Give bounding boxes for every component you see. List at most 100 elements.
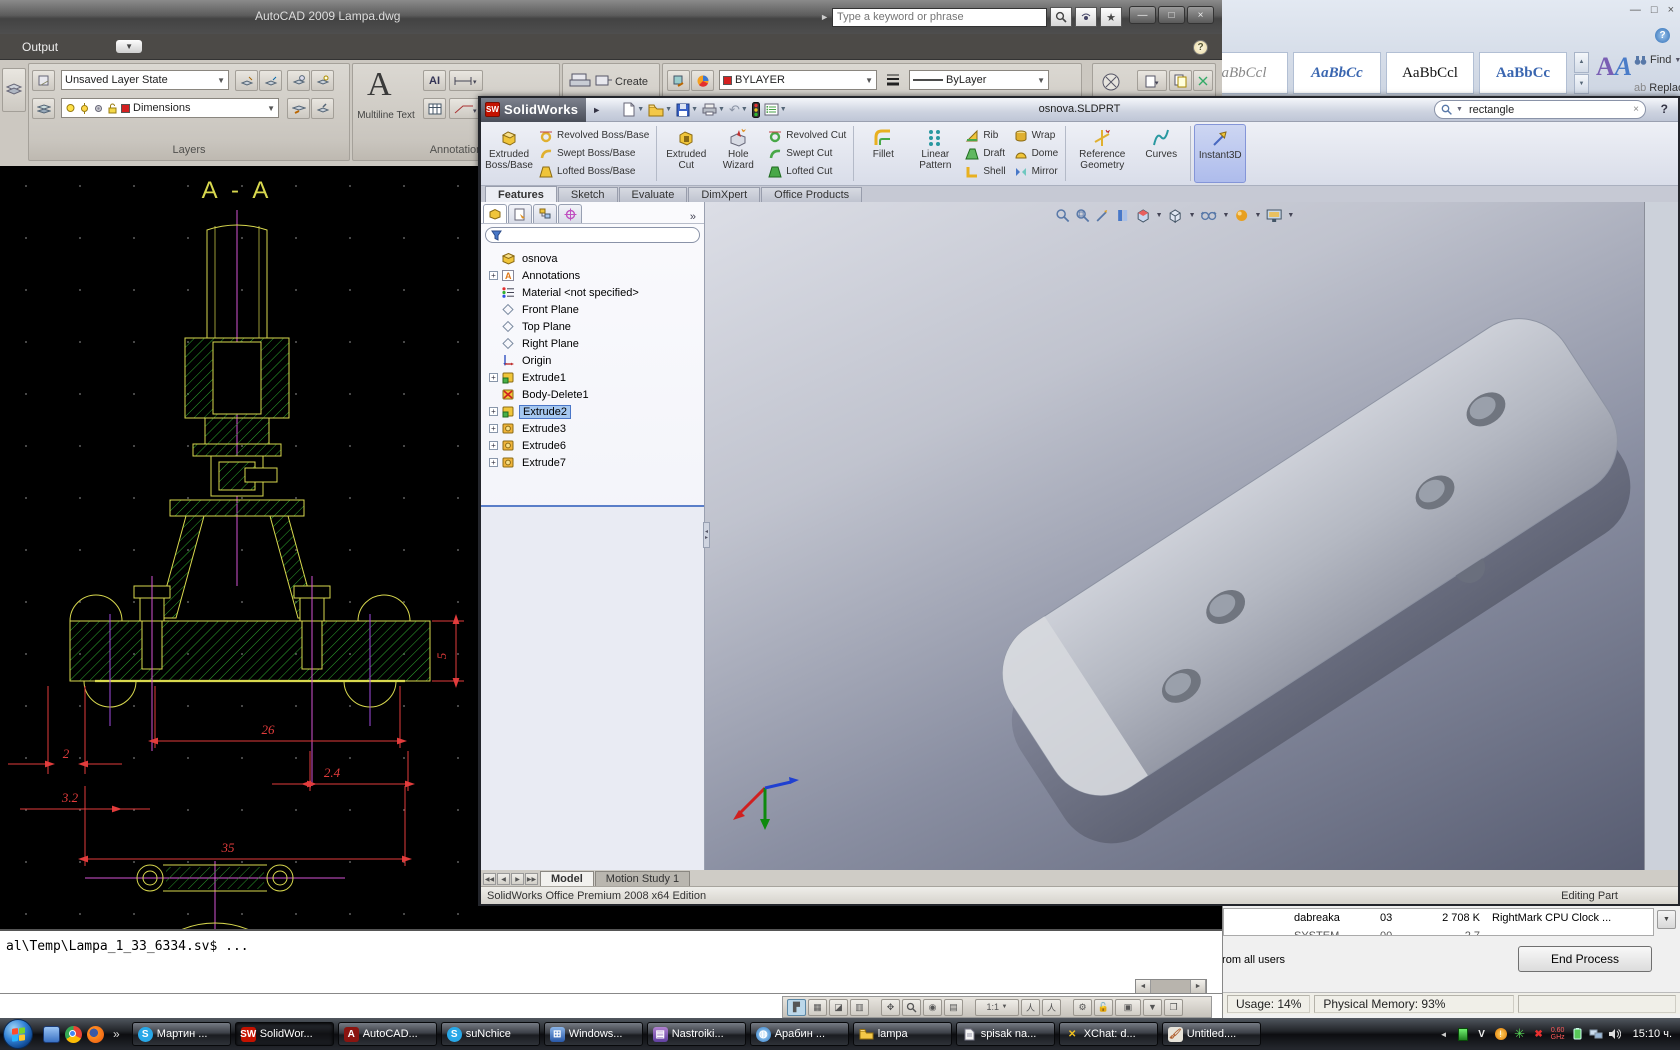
lineweight-icon[interactable] <box>885 72 901 88</box>
layer-stack-icon[interactable] <box>32 98 55 119</box>
layer-freeze-icon[interactable] <box>287 70 310 91</box>
clear-search-icon[interactable]: × <box>1633 104 1639 115</box>
restore-button[interactable]: □ <box>1158 6 1185 24</box>
shell-button[interactable]: Shell <box>965 163 1005 180</box>
autoscale-icon[interactable]: 人 <box>1042 999 1061 1016</box>
tab-sketch[interactable]: Sketch <box>558 187 618 202</box>
search-input[interactable] <box>1467 103 1629 117</box>
revolved-boss-button[interactable]: Revolved Boss/Base <box>539 127 649 144</box>
tree-item-right-plane[interactable]: Right Plane <box>483 335 704 352</box>
quickcalc-icon[interactable] <box>1101 72 1121 92</box>
scroll-left-icon[interactable]: ◄ <box>1136 980 1151 993</box>
autocad-titlebar[interactable]: AutoCAD 2009 Lampa.dwg ► ★ — □ × <box>0 0 1222 34</box>
reference-geometry-button[interactable]: Reference Geometry <box>1069 124 1135 183</box>
taskbar-button-folder-lampa[interactable]: lampa <box>853 1022 952 1046</box>
change-styles-icon[interactable]: AA <box>1596 52 1632 82</box>
tree-item-extrude2[interactable]: + Extrude2 <box>483 403 704 420</box>
tree-filter[interactable] <box>485 227 700 243</box>
chrome-icon[interactable] <box>65 1026 82 1043</box>
steeringwheel-icon[interactable]: ◉ <box>923 999 942 1016</box>
start-button[interactable] <box>3 1019 33 1049</box>
app-status-icon[interactable]: ▣ <box>1115 999 1141 1016</box>
layer-states-icon[interactable] <box>32 70 55 91</box>
pan-icon[interactable]: ✥ <box>881 999 900 1016</box>
extruded-cut-button[interactable]: Extruded Cut <box>660 124 712 183</box>
search-scope-icon[interactable]: ▼ <box>1456 106 1463 113</box>
show-desktop-icon[interactable] <box>43 1026 60 1043</box>
process-row[interactable]: dabreaka 03 2 708 K RightMark CPU Clock … <box>1224 909 1653 927</box>
tree-item-annotations[interactable]: + A Annotations <box>483 267 704 284</box>
hole-wizard-button[interactable]: Hole Wizard <box>712 124 764 183</box>
tree-item-material[interactable]: Material <not specified> <box>483 284 704 301</box>
taskbar-button-skype2[interactable]: S suNchice <box>441 1022 540 1046</box>
volume-icon[interactable] <box>1608 1027 1622 1041</box>
word-help-icon[interactable]: ? <box>1655 28 1670 43</box>
linetype-combo[interactable]: ByLayer ▼ <box>909 70 1049 90</box>
scroll-thumb[interactable] <box>1151 980 1191 993</box>
paste-icon[interactable]: ▾ <box>1137 70 1167 91</box>
solidworks-help-icon[interactable]: ? <box>1661 102 1668 116</box>
prev-layer-icon[interactable] <box>311 98 334 119</box>
undo-button[interactable]: ↶▼ <box>728 100 749 120</box>
lofted-cut-button[interactable]: Lofted Cut <box>768 163 846 180</box>
find-button[interactable]: Find ▼ <box>1634 54 1680 66</box>
tab-evaluate[interactable]: Evaluate <box>619 187 688 202</box>
horizontal-scrollbar[interactable]: ◄ ► <box>1135 979 1207 994</box>
table-scroll-icon[interactable]: ▼ <box>1657 910 1676 929</box>
last-tab-icon[interactable]: ▶▶ <box>525 873 538 885</box>
showmotion-icon[interactable]: ▤ <box>944 999 963 1016</box>
scroll-up-icon[interactable]: ▲ <box>1574 52 1589 73</box>
communication-center-icon[interactable] <box>1075 7 1097 27</box>
process-row-partial[interactable]: SYSTEM 00 2 7 <box>1224 927 1653 936</box>
dome-button[interactable]: Dome <box>1014 145 1059 162</box>
style-preview[interactable]: aBbCcl <box>1222 52 1288 94</box>
layers-panel-label[interactable]: Layers <box>29 144 349 159</box>
matchprops-icon[interactable] <box>667 70 690 91</box>
annotation-scale-button[interactable]: 1:1 ▼ <box>975 999 1019 1016</box>
dimension-button[interactable]: ▾ <box>449 70 483 91</box>
tree-item-origin[interactable]: Origin <box>483 352 704 369</box>
task-pane-strip[interactable] <box>1644 202 1678 870</box>
taskbar-button-solidworks[interactable]: SW SolidWor... <box>235 1022 334 1046</box>
quicklaunch-overflow-icon[interactable]: » <box>113 1027 120 1041</box>
annotation-visibility-icon[interactable]: 人 <box>1021 999 1040 1016</box>
minimize-button[interactable]: — <box>1129 6 1156 24</box>
text-style-button[interactable]: AI <box>423 70 446 91</box>
color-wheel-icon[interactable] <box>691 70 714 91</box>
style-preview[interactable]: AaBbCcl <box>1386 52 1474 94</box>
infocenter-arrow-icon[interactable]: ► <box>820 12 829 22</box>
create-icon[interactable] <box>595 74 613 88</box>
taskbar-button-autocad[interactable]: A AutoCAD... <box>338 1022 437 1046</box>
extruded-boss-button[interactable]: Extruded Boss/Base <box>483 124 535 183</box>
zoom-icon[interactable] <box>902 999 921 1016</box>
solidworks-logo[interactable]: SW SolidWorks <box>481 98 586 122</box>
workspace-gear-icon[interactable]: ⚙ <box>1073 999 1092 1016</box>
toolbar-lock-icon[interactable]: 🔓 <box>1094 999 1113 1016</box>
layout2-button[interactable]: ◪ <box>829 999 848 1016</box>
open-button[interactable]: ▼ <box>647 100 673 120</box>
model-space-button[interactable]: ▛ <box>787 999 806 1016</box>
favorites-star-icon[interactable]: ★ <box>1100 7 1122 27</box>
tree-root[interactable]: osnova <box>483 250 704 267</box>
layer-state-combo[interactable]: Unsaved Layer State ▼ <box>61 70 229 90</box>
taskbar-button-skype1[interactable]: S Мартин ... <box>132 1022 231 1046</box>
help-icon[interactable]: ? <box>1193 40 1208 55</box>
swept-cut-button[interactable]: Swept Cut <box>768 145 846 162</box>
first-tab-icon[interactable]: ◀◀ <box>483 873 496 885</box>
tray-expand-icon[interactable]: ◄ <box>1437 1027 1451 1041</box>
options-button[interactable]: ▼ <box>763 100 788 120</box>
lofted-boss-button[interactable]: Lofted Boss/Base <box>539 163 649 180</box>
scroll-right-icon[interactable]: ► <box>1191 980 1206 993</box>
firefox-icon[interactable] <box>87 1026 104 1043</box>
output-dropdown-icon[interactable]: ▼ <box>116 40 142 53</box>
meter-icon[interactable] <box>1456 1027 1470 1041</box>
table-button[interactable] <box>423 98 446 119</box>
taskbar-button-winrar[interactable]: ▤ Nastroiki... <box>647 1022 746 1046</box>
prev-tab-icon[interactable]: ◀ <box>497 873 510 885</box>
multiline-text-icon[interactable]: A <box>367 66 392 104</box>
tab-dimxpert[interactable]: DimXpert <box>688 187 760 202</box>
fillet-button[interactable]: Fillet <box>857 124 909 183</box>
copy-icon[interactable] <box>1169 70 1192 91</box>
tab-model[interactable]: Model <box>540 871 594 886</box>
propertymanager-tab[interactable] <box>508 204 532 223</box>
